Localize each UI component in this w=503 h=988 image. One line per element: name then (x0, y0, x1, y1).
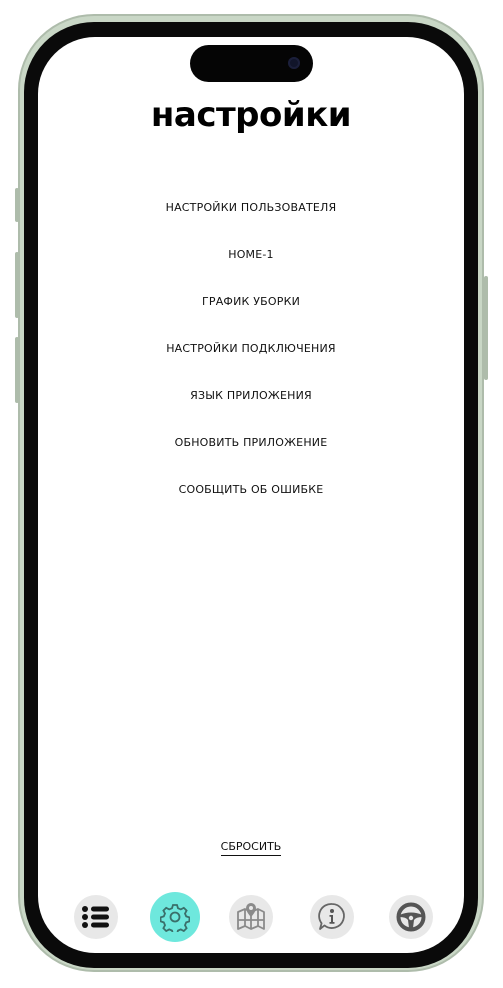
settings-menu: НАСТРОЙКИ ПОЛЬЗОВАТЕЛЯ HOME-1 ГРАФИК УБО… (38, 198, 464, 527)
menu-item-cleaning-schedule[interactable]: ГРАФИК УБОРКИ (38, 292, 464, 339)
reset-button[interactable]: СБРОСИТЬ (220, 840, 282, 856)
menu-item-user-settings[interactable]: НАСТРОЙКИ ПОЛЬЗОВАТЕЛЯ (38, 198, 464, 245)
menu-item-report-bug[interactable]: СООБЩИТЬ ОБ ОШИБКЕ (38, 480, 464, 527)
menu-item-app-language[interactable]: ЯЗЫК ПРИЛОЖЕНИЯ (38, 386, 464, 433)
list-icon (82, 906, 109, 928)
map-icon (237, 903, 265, 930)
tab-drive[interactable] (389, 895, 433, 939)
app-screen: настройки НАСТРОЙКИ ПОЛЬЗОВАТЕЛЯ HOME-1 … (38, 37, 464, 953)
dynamic-island (190, 45, 313, 82)
reset-container: СБРОСИТЬ (38, 835, 464, 856)
gear-icon (160, 904, 190, 932)
device-mockup: настройки НАСТРОЙКИ ПОЛЬЗОВАТЕЛЯ HOME-1 … (0, 0, 503, 988)
bottom-tab-bar (38, 892, 464, 945)
steering-wheel-icon (396, 902, 426, 932)
menu-item-home[interactable]: HOME-1 (38, 245, 464, 292)
camera-icon (288, 57, 300, 69)
power-button (484, 276, 488, 380)
tab-map[interactable] (229, 895, 273, 939)
info-icon (318, 903, 345, 930)
menu-item-update-app[interactable]: ОБНОВИТЬ ПРИЛОЖЕНИЕ (38, 433, 464, 480)
tab-settings[interactable] (150, 892, 200, 942)
tab-list[interactable] (74, 895, 118, 939)
page-title: настройки (150, 95, 352, 135)
tab-info[interactable] (310, 895, 354, 939)
menu-item-connection-settings[interactable]: НАСТРОЙКИ ПОДКЛЮЧЕНИЯ (38, 339, 464, 386)
